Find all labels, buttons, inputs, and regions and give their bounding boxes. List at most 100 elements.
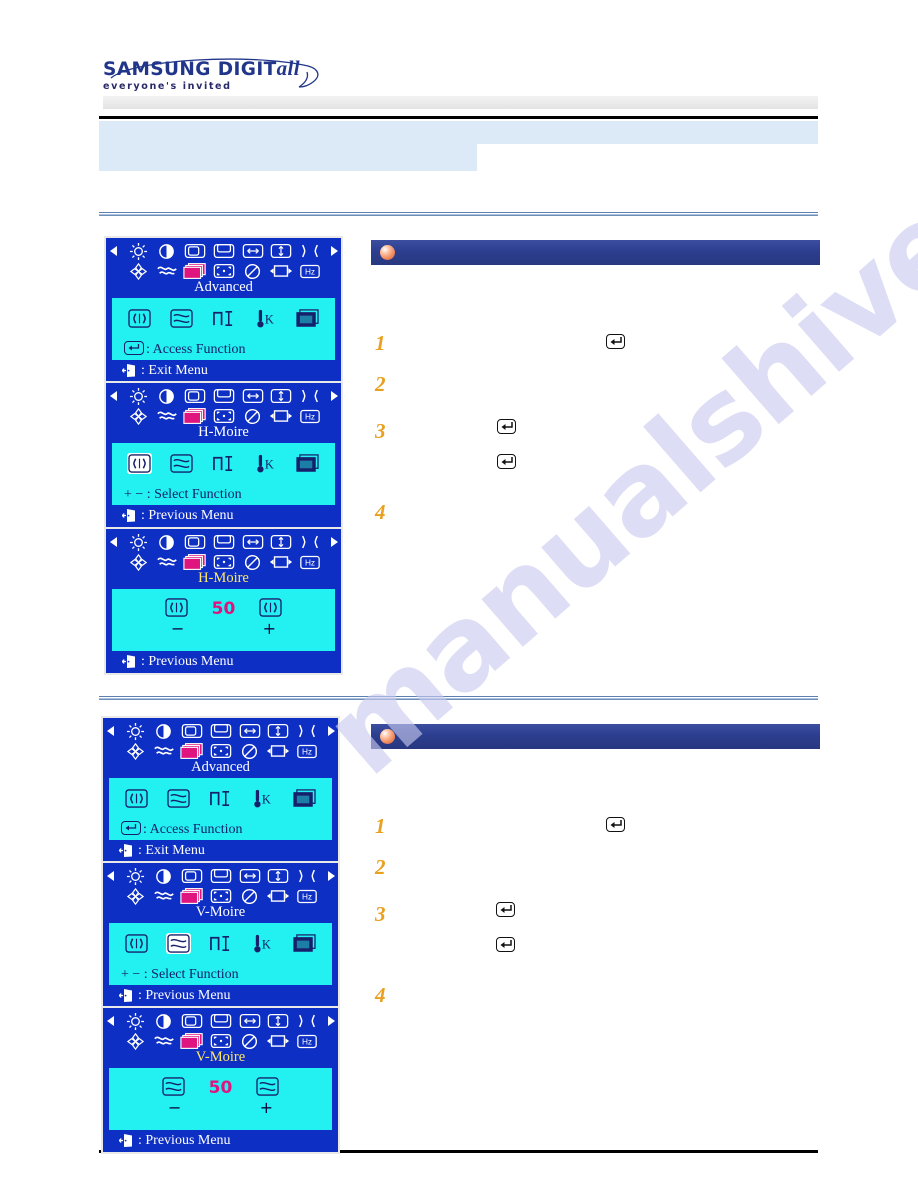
frequency-hz-icon[interactable]: Hz [296,1034,318,1049]
exit-key-icon[interactable] [119,842,135,857]
arrow-left-icon[interactable] [110,246,117,256]
exit-key-icon[interactable] [119,987,135,1002]
zoom-icon[interactable] [269,408,293,424]
contrast-icon[interactable] [157,387,176,406]
pincushion-icon[interactable] [296,723,318,739]
advanced-icon[interactable] [180,742,204,760]
frequency-hz-icon[interactable]: Hz [296,744,318,759]
h-size-icon[interactable] [242,388,264,404]
arrow-right-icon[interactable] [331,391,338,401]
v-moire-increase-button[interactable] [255,1076,280,1097]
sharpness-icon[interactable] [211,308,236,329]
v-position-icon[interactable] [213,534,235,550]
corner-icon[interactable] [213,554,235,570]
degauss-icon[interactable] [240,1032,259,1051]
h-size-icon[interactable] [239,868,261,884]
contrast-icon[interactable] [157,242,176,261]
h-size-icon[interactable] [239,1013,261,1029]
trapezoid-icon[interactable] [153,1033,175,1049]
h-moire-icon-selected[interactable] [127,453,152,474]
v-moire-icon[interactable] [166,788,191,809]
v-size-icon[interactable] [270,243,292,259]
brightness-icon[interactable] [129,242,148,261]
v-size-icon[interactable] [270,388,292,404]
pincushion-icon[interactable] [296,1013,318,1029]
zoom-icon[interactable] [269,263,293,279]
v-size-icon[interactable] [270,534,292,550]
v-position-icon[interactable] [210,1013,232,1029]
sharpness-icon[interactable] [208,788,233,809]
trapezoid-icon[interactable] [153,743,175,759]
osd-h-moire-slider[interactable]: Hz H-Moire − 50 + : Previous Menu [104,527,343,675]
brightness-icon[interactable] [126,722,145,741]
contrast-icon[interactable] [154,867,173,886]
sharpness-icon[interactable] [211,453,236,474]
osd-h-moire-menu[interactable]: Hz H-Moire K + − : Select Function : Pre… [104,381,343,529]
pincushion-icon[interactable] [296,868,318,884]
advanced-icon[interactable] [180,1032,204,1050]
advanced-icon[interactable] [183,553,207,571]
h-position-icon[interactable] [184,388,206,404]
h-moire-icon[interactable] [124,933,149,954]
trapezoid-icon[interactable] [156,263,178,279]
brightness-icon[interactable] [126,867,145,886]
osd-v-moire-slider[interactable]: Hz V-Moire − 50 + : Previous Menu [101,1006,340,1154]
corner-icon[interactable] [213,263,235,279]
h-position-icon[interactable] [184,534,206,550]
zoom-icon[interactable] [269,554,293,570]
frequency-hz-icon[interactable]: Hz [299,409,321,424]
color-temp-k-icon[interactable]: K [250,933,275,954]
frequency-hz-icon[interactable]: Hz [299,555,321,570]
rotation-icon[interactable] [126,742,145,761]
exit-key-icon[interactable] [122,507,138,522]
screen-mode-icon[interactable] [292,933,317,954]
pincushion-icon[interactable] [299,534,321,550]
zoom-icon[interactable] [266,743,290,759]
arrow-right-icon[interactable] [328,871,335,881]
degauss-icon[interactable] [243,407,262,426]
corner-icon[interactable] [210,1033,232,1049]
pincushion-icon[interactable] [299,243,321,259]
pincushion-icon[interactable] [299,388,321,404]
screen-mode-icon[interactable] [295,308,320,329]
contrast-icon[interactable] [157,533,176,552]
v-moire-icon-selected[interactable] [166,933,191,954]
contrast-icon[interactable] [154,722,173,741]
color-temp-k-icon[interactable]: K [253,453,278,474]
arrow-right-icon[interactable] [331,246,338,256]
h-size-icon[interactable] [242,534,264,550]
h-position-icon[interactable] [181,723,203,739]
arrow-left-icon[interactable] [107,871,114,881]
v-moire-icon[interactable] [169,308,194,329]
v-size-icon[interactable] [267,723,289,739]
frequency-hz-icon[interactable]: Hz [299,264,321,279]
rotation-icon[interactable] [126,887,145,906]
corner-icon[interactable] [210,888,232,904]
v-moire-icon[interactable] [169,453,194,474]
h-position-icon[interactable] [181,868,203,884]
h-size-icon[interactable] [239,723,261,739]
arrow-left-icon[interactable] [107,1016,114,1026]
contrast-icon[interactable] [154,1012,173,1031]
arrow-left-icon[interactable] [110,391,117,401]
rotation-icon[interactable] [129,262,148,281]
arrow-left-icon[interactable] [107,726,114,736]
brightness-icon[interactable] [129,387,148,406]
v-position-icon[interactable] [210,868,232,884]
h-moire-increase-button[interactable] [258,597,283,618]
v-position-icon[interactable] [213,243,235,259]
color-temp-k-icon[interactable]: K [253,308,278,329]
corner-icon[interactable] [213,408,235,424]
screen-mode-icon[interactable] [292,788,317,809]
v-position-icon[interactable] [210,723,232,739]
advanced-icon[interactable] [183,407,207,425]
zoom-icon[interactable] [266,1033,290,1049]
brightness-icon[interactable] [126,1012,145,1031]
sharpness-icon[interactable] [208,933,233,954]
v-size-icon[interactable] [267,1013,289,1029]
color-temp-k-icon[interactable]: K [250,788,275,809]
arrow-right-icon[interactable] [328,1016,335,1026]
arrow-right-icon[interactable] [328,726,335,736]
v-position-icon[interactable] [213,388,235,404]
rotation-icon[interactable] [129,407,148,426]
